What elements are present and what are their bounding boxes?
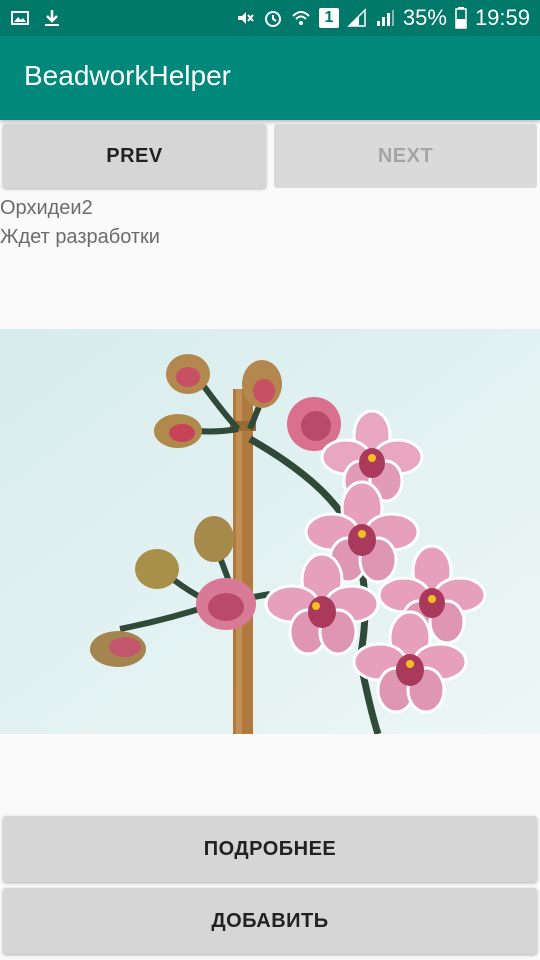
next-button[interactable]: NEXT xyxy=(274,124,537,188)
details-button[interactable]: ПОДРОБНЕЕ xyxy=(3,816,537,882)
signal-icon xyxy=(347,8,366,27)
download-icon xyxy=(45,10,59,26)
sim-icon: 1 xyxy=(318,8,339,28)
item-status: Ждет разработки xyxy=(0,226,160,248)
battery-icon xyxy=(455,7,467,29)
alarm-icon xyxy=(264,11,281,27)
wifi-icon xyxy=(292,11,310,25)
mute-icon xyxy=(237,12,254,24)
battery-percent: 35% xyxy=(402,5,447,30)
app-bar: BeadworkHelper xyxy=(0,36,540,120)
signal-icon xyxy=(376,10,394,26)
gallery-icon xyxy=(11,11,29,25)
clock: 19:59 xyxy=(474,5,530,30)
prev-button[interactable]: PREV xyxy=(3,124,266,188)
add-button[interactable]: ДОБАВИТЬ xyxy=(3,888,537,954)
status-bar: 1 35% 19:59 xyxy=(0,0,540,36)
item-name: Орхидеи2 xyxy=(0,197,93,219)
item-photo xyxy=(0,329,540,734)
app-title: BeadworkHelper xyxy=(24,60,231,91)
